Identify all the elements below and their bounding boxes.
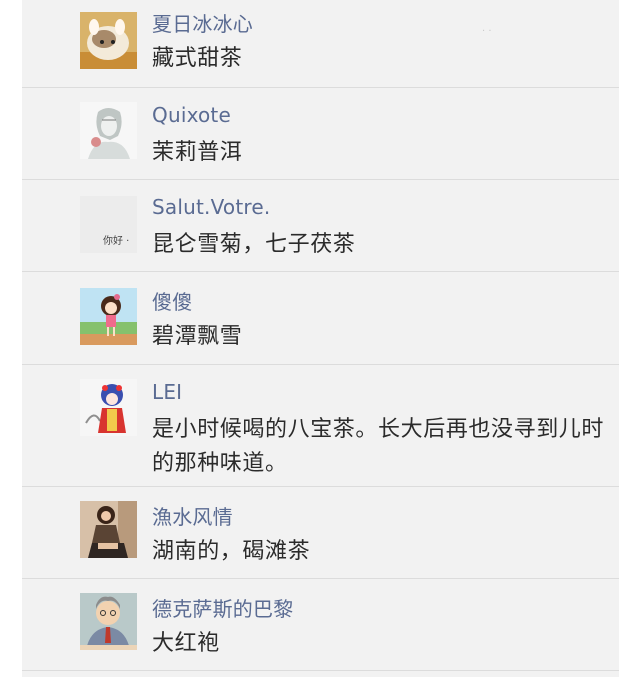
comment-author[interactable]: 傻傻	[152, 286, 192, 315]
sketch-portrait-icon[interactable]	[80, 102, 137, 159]
comment-text: 茉莉普洱	[152, 140, 243, 165]
comment-item[interactable]: 夏日冰冰心 藏式甜茶	[22, 0, 619, 88]
comment-item[interactable]: 漁水风情 湖南的，碣滩茶	[22, 486, 619, 579]
comment-text: 藏式甜茶	[152, 46, 243, 71]
comment-item[interactable]: 你好 · Salut.Votre. 昆仑雪菊，七子茯茶	[22, 179, 619, 272]
comment-text: 碧潭飘雪	[152, 324, 243, 349]
comment-item[interactable]: 德克萨斯的巴黎 大红袍	[22, 578, 619, 671]
text-avatar-icon[interactable]: 你好 ·	[80, 196, 137, 253]
comment-author[interactable]: LEI	[152, 380, 182, 404]
comment-item[interactable]: Quixote 茉莉普洱	[22, 87, 619, 180]
comment-author[interactable]: Salut.Votre.	[152, 195, 270, 219]
cartoon-girl-icon[interactable]	[80, 288, 137, 345]
comment-text: 是小时候喝的八宝茶。长大后再也没寻到儿时的那种味道。	[152, 417, 605, 476]
comment-author[interactable]: 德克萨斯的巴黎	[152, 593, 293, 622]
comment-item[interactable]: LEI 是小时候喝的八宝茶。长大后再也没寻到儿时的那种味道。	[22, 364, 619, 487]
girl-photo-icon[interactable]	[80, 501, 137, 558]
comment-text: 昆仑雪菊，七子茯茶	[152, 232, 356, 257]
comment-author[interactable]: Quixote	[152, 103, 231, 127]
hamster-photo-icon[interactable]	[80, 12, 137, 69]
comment-item[interactable]: 傻傻 碧潭飘雪	[22, 271, 619, 365]
cartoon-man-icon[interactable]	[80, 593, 137, 650]
comment-text: 湖南的，碣滩茶	[152, 539, 311, 564]
avatar-caption: 你好 ·	[103, 236, 130, 247]
opera-figure-icon[interactable]	[80, 379, 137, 436]
comment-author[interactable]: 漁水风情	[152, 501, 233, 530]
comment-author[interactable]: 夏日冰冰心	[152, 8, 253, 37]
comment-text: 大红袍	[152, 631, 220, 656]
